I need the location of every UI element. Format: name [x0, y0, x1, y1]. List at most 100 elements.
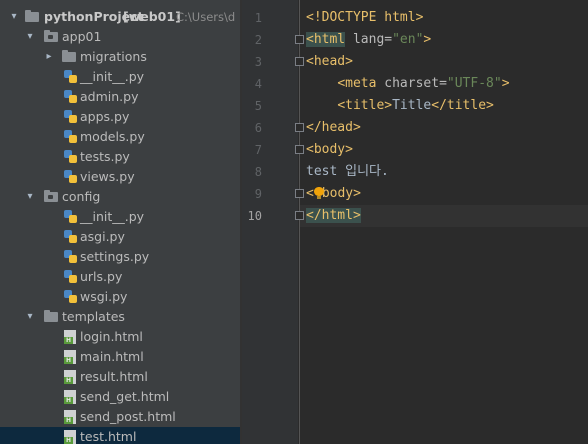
- tree-file-test-html[interactable]: H test.html: [0, 427, 240, 444]
- chevron-down-icon[interactable]: ▾: [8, 7, 20, 27]
- line-number: 4: [254, 77, 262, 91]
- python-file-icon: [64, 150, 77, 163]
- code-line-8[interactable]: test 입니다.: [306, 161, 389, 183]
- fold-marker-icon[interactable]: [295, 189, 304, 198]
- tree-file-init-py[interactable]: __init__.py: [0, 67, 240, 87]
- code-line-5[interactable]: <title>Title</title>: [306, 95, 494, 117]
- code-editor[interactable]: 1 2 3 4 5 6 7 8 9 10 <!DOCTYPE html> <ht…: [242, 0, 588, 444]
- line-number: 3: [254, 55, 262, 69]
- line-number: 7: [254, 143, 262, 157]
- tree-file-main-html[interactable]: H main.html: [0, 347, 240, 367]
- tree-file-views-py[interactable]: views.py: [0, 167, 240, 187]
- tree-file-wsgi-py[interactable]: wsgi.py: [0, 287, 240, 307]
- tree-item-label: app01: [62, 29, 102, 44]
- tree-file-settings-py[interactable]: settings.py: [0, 247, 240, 267]
- code-token: </head>: [306, 120, 361, 135]
- tree-file-urls-py[interactable]: urls.py: [0, 267, 240, 287]
- tree-file-init-py[interactable]: __init__.py: [0, 207, 240, 227]
- tree-file-admin-py[interactable]: admin.py: [0, 87, 240, 107]
- tree-item-label: __init__.py: [80, 69, 145, 84]
- tree-root-project[interactable]: ▾ pythonProject [web01] C:\Users\d: [0, 7, 240, 27]
- code-token: <html: [306, 32, 346, 47]
- tree-item-label: asgi.py: [80, 229, 125, 244]
- html-file-icon: H: [64, 430, 76, 444]
- tree-folder-config[interactable]: ▾ config: [0, 187, 240, 207]
- tree-item-label: __init__.py: [80, 209, 145, 224]
- code-token: body>: [321, 186, 361, 201]
- python-file-icon: [64, 290, 77, 303]
- tree-folder-app01[interactable]: ▾ app01: [0, 27, 240, 47]
- tree-item-label: send_post.html: [80, 409, 176, 424]
- code-token: <body>: [306, 142, 353, 157]
- code-line-2[interactable]: <html lang="en">: [306, 29, 431, 51]
- code-line-10[interactable]: </html>: [306, 205, 361, 227]
- tree-item-label: login.html: [80, 329, 143, 344]
- tree-item-label: admin.py: [80, 89, 139, 104]
- tree-file-send-get-html[interactable]: H send_get.html: [0, 387, 240, 407]
- tree-item-label: views.py: [80, 169, 135, 184]
- module-name: [web01]: [123, 9, 181, 24]
- tree-item-label: tests.py: [80, 149, 130, 164]
- chevron-down-icon[interactable]: ▾: [24, 187, 36, 207]
- line-number: 5: [254, 99, 262, 113]
- chevron-right-icon[interactable]: ▸: [43, 47, 55, 67]
- chevron-down-icon[interactable]: ▾: [24, 27, 36, 47]
- fold-marker-icon[interactable]: [295, 35, 304, 44]
- tree-folder-migrations[interactable]: ▸ migrations: [0, 47, 240, 67]
- tree-file-send-post-html[interactable]: H send_post.html: [0, 407, 240, 427]
- folder-icon: [44, 310, 58, 322]
- lightbulb-icon[interactable]: [314, 187, 324, 199]
- line-number: 8: [254, 165, 262, 179]
- tree-item-label: migrations: [80, 49, 147, 64]
- tree-file-models-py[interactable]: models.py: [0, 127, 240, 147]
- line-number: 10: [247, 209, 262, 223]
- project-path: C:\Users\d: [176, 10, 236, 24]
- code-line-6[interactable]: </head>: [306, 117, 361, 139]
- tree-item-label: main.html: [80, 349, 144, 364]
- folder-icon: [25, 10, 39, 22]
- code-line-4[interactable]: <meta charset="UTF-8">: [306, 73, 509, 95]
- tree-item-label: wsgi.py: [80, 289, 128, 304]
- html-file-icon: H: [64, 350, 76, 364]
- python-file-icon: [64, 90, 77, 103]
- line-number: 9: [254, 187, 262, 201]
- tree-item-label: config: [62, 189, 101, 204]
- html-file-icon: H: [64, 370, 76, 384]
- tree-file-asgi-py[interactable]: asgi.py: [0, 227, 240, 247]
- fold-marker-icon[interactable]: [295, 123, 304, 132]
- code-line-7[interactable]: <body>: [306, 139, 353, 161]
- folder-icon: [44, 190, 58, 202]
- code-token: <: [306, 186, 314, 201]
- fold-marker-icon[interactable]: [295, 211, 304, 220]
- tree-file-tests-py[interactable]: tests.py: [0, 147, 240, 167]
- python-file-icon: [64, 270, 77, 283]
- tree-item-label: settings.py: [80, 249, 150, 264]
- fold-marker-icon[interactable]: [295, 57, 304, 66]
- tree-file-login-html[interactable]: H login.html: [0, 327, 240, 347]
- code-token: <title>: [337, 98, 393, 113]
- code-token: "UTF-8": [446, 76, 502, 91]
- tree-folder-templates[interactable]: ▾ templates: [0, 307, 240, 327]
- chevron-down-icon[interactable]: ▾: [24, 307, 36, 327]
- tree-file-result-html[interactable]: H result.html: [0, 367, 240, 387]
- python-file-icon: [64, 230, 77, 243]
- tree-item-label: test.html: [80, 429, 137, 444]
- tree-item-label: apps.py: [80, 109, 130, 124]
- code-line-1[interactable]: <!DOCTYPE html>: [306, 7, 423, 29]
- line-number: 6: [254, 121, 262, 135]
- line-number: 2: [254, 33, 262, 47]
- code-token: </title>: [431, 98, 494, 113]
- code-token: test 입니다.: [306, 164, 389, 179]
- code-line-3[interactable]: <head>: [306, 51, 353, 73]
- code-token: </html>: [306, 208, 361, 223]
- fold-marker-icon[interactable]: [295, 145, 304, 154]
- python-file-icon: [64, 70, 77, 83]
- html-file-icon: H: [64, 410, 76, 424]
- tree-item-label: templates: [62, 309, 125, 324]
- tree-file-apps-py[interactable]: apps.py: [0, 107, 240, 127]
- code-token: >: [423, 32, 432, 47]
- code-token: charset=: [376, 76, 447, 91]
- code-token: <!DOCTYPE html>: [306, 10, 424, 25]
